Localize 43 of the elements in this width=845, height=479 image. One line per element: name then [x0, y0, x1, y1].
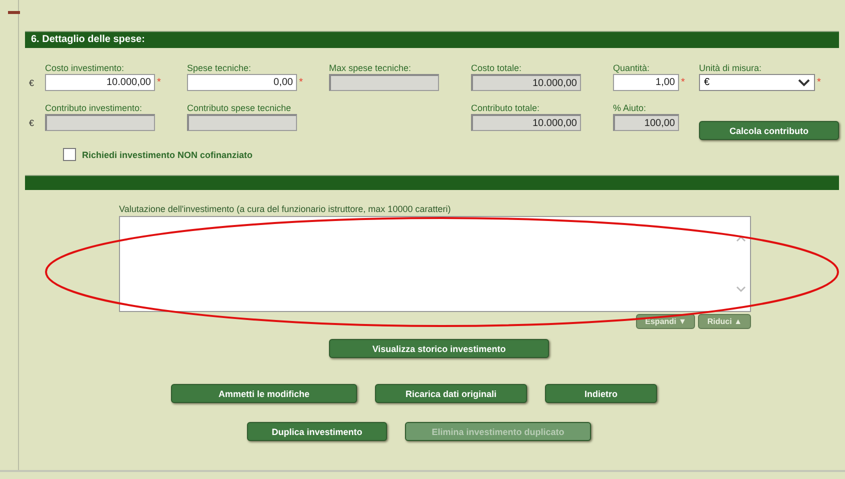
- action-button[interactable]: Visualizza storico investimento: [329, 339, 549, 358]
- field-label: % Aiuto:: [613, 102, 648, 114]
- currency-label: €: [29, 118, 36, 128]
- input-field[interactable]: 1,00: [613, 74, 679, 91]
- scroll-down-icon[interactable]: [736, 286, 746, 293]
- calculate-button[interactable]: Calcola contributo: [699, 121, 839, 140]
- scroll-up-icon[interactable]: [736, 235, 746, 242]
- required-mark: *: [817, 77, 822, 88]
- field-label: Contributo spese tecniche: [187, 102, 292, 114]
- textarea-label: Valutazione dell'investimento (a cura del funzionario istruttore, max 10000 caratteri): [119, 204, 452, 216]
- required-mark: *: [681, 77, 686, 88]
- action-button: Elimina investimento duplicato: [405, 422, 591, 441]
- text-size-button[interactable]: Riduci ▲: [698, 314, 751, 329]
- chevron-down-icon: [798, 78, 810, 86]
- field-label: Spese tecniche:: [187, 62, 252, 74]
- unit-dropdown[interactable]: €: [699, 74, 815, 91]
- currency-label: €: [29, 78, 36, 88]
- field-label: Max spese tecniche:: [329, 62, 412, 74]
- required-mark: *: [157, 77, 162, 88]
- input-field[interactable]: 10.000,00: [45, 74, 155, 91]
- field-label: Contributo totale:: [471, 102, 541, 114]
- input-field[interactable]: 10.000,00: [471, 114, 581, 131]
- action-button[interactable]: Indietro: [545, 384, 657, 403]
- corner-mark: [8, 11, 20, 14]
- field-label: Costo investimento:: [45, 62, 126, 74]
- field-label: Costo totale:: [471, 62, 523, 74]
- checkbox-label: Richiedi investimento NON cofinanziato: [82, 150, 253, 160]
- input-field[interactable]: 100,00: [613, 114, 679, 131]
- checkbox[interactable]: [63, 148, 76, 161]
- input-field[interactable]: [329, 74, 439, 91]
- field-label: Quantità:: [613, 62, 651, 74]
- section-header: 6. Dettaglio delle spese:: [25, 31, 839, 48]
- text-area[interactable]: [119, 216, 751, 312]
- input-field[interactable]: [187, 114, 297, 131]
- action-button[interactable]: Duplica investimento: [247, 422, 387, 441]
- input-field[interactable]: [45, 114, 155, 131]
- field-label: Unità di misura:: [699, 62, 763, 74]
- field-label: Contributo investimento:: [45, 102, 144, 114]
- action-button[interactable]: Ammetti le modifiche: [171, 384, 357, 403]
- action-button[interactable]: Ricarica dati originali: [375, 384, 527, 403]
- input-field[interactable]: 10.000,00: [471, 74, 581, 91]
- input-field[interactable]: 0,00: [187, 74, 297, 91]
- required-mark: *: [299, 77, 304, 88]
